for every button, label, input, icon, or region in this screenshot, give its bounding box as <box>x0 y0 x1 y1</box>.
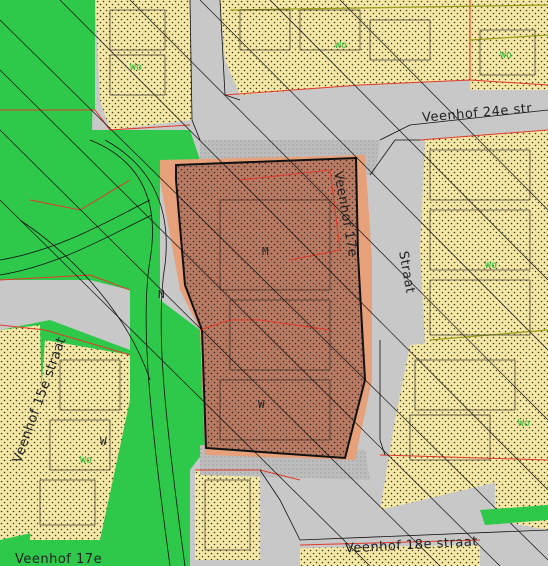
map-graphics <box>0 0 548 566</box>
zone-code-left-mid: Wo <box>130 62 143 73</box>
zone-code-top-center: Wo <box>335 40 348 51</box>
street-label-veenhof-17e-bottom: Veenhof 17e <box>15 552 103 566</box>
zone-code-bottom-left: Wo <box>80 455 93 466</box>
block-right-upper <box>420 130 548 345</box>
zone-code-right-mid: Wo <box>485 260 498 271</box>
parcel-label-m: M <box>262 245 269 258</box>
block-label-w: W <box>100 435 107 448</box>
zone-code-top-right: Wo <box>500 50 513 61</box>
map-canvas[interactable]: Veenhof 24e str Veenhof 17e Straat Veenh… <box>0 0 548 566</box>
parcel-label-n: N <box>158 288 165 301</box>
block-top-right <box>470 0 548 90</box>
block-top-left <box>95 0 192 130</box>
green-top-left <box>0 0 95 110</box>
zone-code-right-low: Wo <box>518 418 531 429</box>
parcel-label-w: W <box>258 398 265 411</box>
